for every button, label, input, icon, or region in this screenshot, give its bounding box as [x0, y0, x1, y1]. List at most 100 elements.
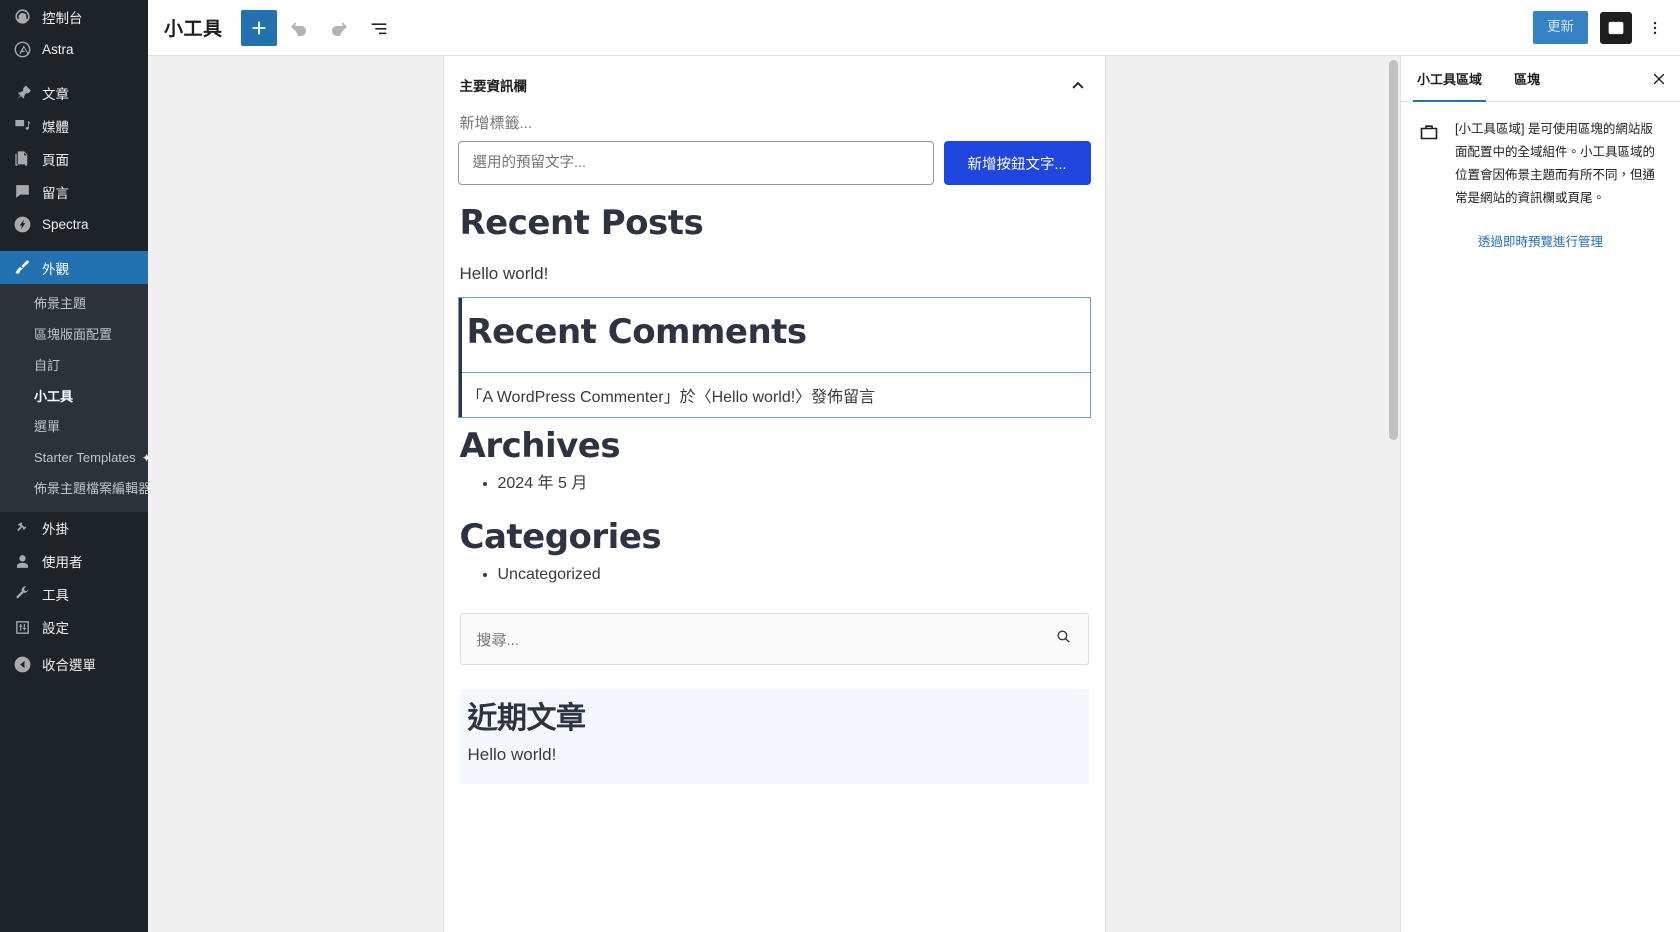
sidebar-item-comments[interactable]: 留言 [0, 175, 148, 208]
settings-tabs: 小工具區域 區塊 [1401, 56, 1680, 102]
sidebar-item-posts[interactable]: 文章 [0, 76, 148, 109]
submenu-label: Starter Templates [34, 450, 136, 466]
submenu-item-menus[interactable]: 選單 [0, 412, 148, 443]
sidebar-item-appearance[interactable]: 外觀 [0, 251, 148, 284]
widgets-editor: 小工具 更新 主要資訊欄 新增標籤... 選用的預留文字... 新增按鈕文字..… [148, 0, 1680, 932]
search-icon[interactable] [1055, 628, 1072, 650]
tab-block[interactable]: 區塊 [1498, 56, 1556, 102]
widget-area-info: [小工具區域] 是可使用區塊的網站版面配置中的全域組件。小工具區域的位置會因佈景… [1417, 118, 1664, 211]
recent-posts-item[interactable]: Hello world! [458, 252, 1091, 297]
update-button[interactable]: 更新 [1533, 11, 1588, 44]
submenu-label: 佈景主題檔案編輯器 [34, 481, 148, 497]
recent-posts-item-text: Hello world! [459, 263, 549, 283]
list-item[interactable]: 2024 年 5 月 [498, 467, 1089, 501]
submenu-item-widgets[interactable]: 小工具 [0, 382, 148, 413]
canvas-scroll-region[interactable]: 主要資訊欄 新增標籤... 新增按鈕文字... [148, 56, 1400, 932]
list-view-button[interactable] [361, 10, 397, 46]
undo-button[interactable] [281, 10, 317, 46]
users-icon [12, 551, 32, 571]
wp-admin-widgets-screen: 控制台 Astra 文章 媒體 頁面 留言 Spectra 外觀 佈景主題 區塊… [0, 0, 1680, 932]
submenu-item-block-layout[interactable]: 區塊版面配置 [0, 320, 148, 351]
categories-heading: Categories [459, 516, 662, 557]
widget-area-icon [1417, 118, 1443, 149]
search-preview-block[interactable]: 搜尋... [459, 613, 1089, 666]
sidebar-item-label: 文章 [42, 86, 69, 102]
sidebar-item-settings[interactable]: 設定 [0, 611, 148, 644]
manage-in-customizer-link[interactable]: 透過即時預覽進行管理 [1417, 231, 1664, 250]
recent-posts-zh-item[interactable]: Hello world! [468, 741, 1081, 770]
recent-comments-item[interactable]: 「A WordPress Commenter」於〈Hello world!〉發佈… [458, 372, 1090, 417]
sidebar-item-label: 外觀 [42, 261, 69, 277]
close-settings-button[interactable] [1642, 62, 1676, 96]
sidebar-item-label: 留言 [42, 185, 69, 201]
appearance-brush-icon [12, 258, 32, 278]
archives-block[interactable]: Archives 2024 年 5 月 [458, 418, 1091, 508]
submenu-item-starter-templates[interactable]: Starter Templates ✦ [0, 443, 148, 474]
recent-posts-heading: Recent Posts [459, 203, 704, 243]
search-block-row: 新增按鈕文字... [457, 141, 1091, 185]
widget-area-content: 新增標籤... 新增按鈕文字... Recent Posts [444, 108, 1105, 785]
pin-icon [12, 83, 32, 103]
archives-list: 2024 年 5 月 [460, 467, 1089, 501]
widget-area-header[interactable]: 主要資訊欄 [444, 56, 1105, 108]
sidebar-item-pages[interactable]: 頁面 [0, 142, 148, 175]
appearance-submenu: 佈景主題 區塊版面配置 自訂 小工具 選單 Starter Templates … [0, 284, 148, 512]
canvas-scrollbar[interactable] [1389, 60, 1398, 440]
spectra-icon [12, 215, 32, 235]
collapse-menu-button[interactable]: 收合選單 [0, 648, 148, 681]
submenu-item-customize[interactable]: 自訂 [0, 351, 148, 382]
search-block[interactable]: 新增標籤... 新增按鈕文字... [457, 108, 1091, 195]
sidebar-item-label: 頁面 [42, 152, 69, 168]
redo-button[interactable] [321, 10, 357, 46]
astra-logo-icon [12, 40, 32, 60]
widget-area-title: 主要資訊欄 [459, 79, 528, 94]
collapse-menu-label: 收合選單 [42, 658, 96, 674]
settings-sidebar-toggle[interactable] [1600, 11, 1632, 44]
settings-sidebar: 小工具區域 區塊 [小工具區域] 是可使用區塊的網站版面配置中的全域組件。小工具… [1400, 56, 1680, 932]
sidebar-item-astra[interactable]: Astra [0, 33, 148, 66]
search-preview-placeholder: 搜尋... [476, 631, 520, 649]
recent-posts-zh-heading: 近期文章 [467, 701, 587, 737]
categories-block[interactable]: Categories Uncategorized [458, 509, 1091, 599]
sidebar-item-tools[interactable]: 工具 [0, 578, 148, 611]
sidebar-item-label: 外掛 [42, 522, 69, 538]
dashboard-icon [12, 7, 32, 27]
recent-posts-zh-block[interactable]: 近期文章 Hello world! [459, 689, 1089, 785]
sidebar-item-dashboard[interactable]: 控制台 [0, 0, 148, 33]
search-submit-button[interactable]: 新增按鈕文字... [943, 141, 1091, 185]
search-block-label[interactable]: 新增標籤... [458, 112, 1091, 141]
admin-sidebar: 控制台 Astra 文章 媒體 頁面 留言 Spectra 外觀 佈景主題 區塊… [0, 0, 148, 932]
sidebar-item-media[interactable]: 媒體 [0, 109, 148, 142]
editor-header: 小工具 更新 [148, 0, 1680, 56]
submenu-item-themes[interactable]: 佈景主題 [0, 289, 148, 320]
widget-area-description: [小工具區域] 是可使用區塊的網站版面配置中的全域組件。小工具區域的位置會因佈景… [1455, 122, 1656, 206]
recent-comments-block-selected[interactable]: Recent Comments 「A WordPress Commenter」於… [457, 296, 1091, 419]
tools-wrench-icon [12, 584, 32, 604]
more-options-button[interactable] [1640, 10, 1670, 46]
submenu-label: 小工具 [34, 388, 74, 404]
pages-icon [12, 149, 32, 169]
settings-icon [12, 617, 32, 637]
archives-heading: Archives [459, 426, 621, 467]
sidebar-item-label: 使用者 [42, 555, 83, 571]
submenu-label: 區塊版面配置 [34, 326, 113, 342]
sidebar-item-label: Spectra [42, 217, 89, 232]
chevron-up-icon[interactable] [1067, 74, 1089, 96]
sidebar-item-label: Astra [42, 42, 74, 57]
submenu-item-theme-file-editor[interactable]: 佈景主題檔案編輯器 [0, 474, 148, 505]
settings-panel-body: [小工具區域] 是可使用區塊的網站版面配置中的全域組件。小工具區域的位置會因佈景… [1401, 102, 1680, 250]
collapse-arrow-icon [12, 654, 32, 674]
tab-widget-area[interactable]: 小工具區域 [1401, 56, 1498, 102]
list-item[interactable]: Uncategorized [498, 558, 1089, 592]
editor-body: 主要資訊欄 新增標籤... 新增按鈕文字... [148, 56, 1680, 932]
sidebar-item-plugins[interactable]: 外掛 [0, 512, 148, 545]
search-input[interactable] [457, 141, 934, 185]
add-block-button[interactable] [240, 9, 277, 46]
sidebar-item-spectra[interactable]: Spectra [0, 208, 148, 241]
categories-list: Uncategorized [460, 558, 1089, 592]
sidebar-separator [0, 66, 148, 76]
recent-posts-block[interactable]: Recent Posts [458, 195, 1091, 252]
plugins-icon [12, 518, 32, 538]
sidebar-separator [0, 241, 148, 251]
sidebar-item-users[interactable]: 使用者 [0, 545, 148, 578]
